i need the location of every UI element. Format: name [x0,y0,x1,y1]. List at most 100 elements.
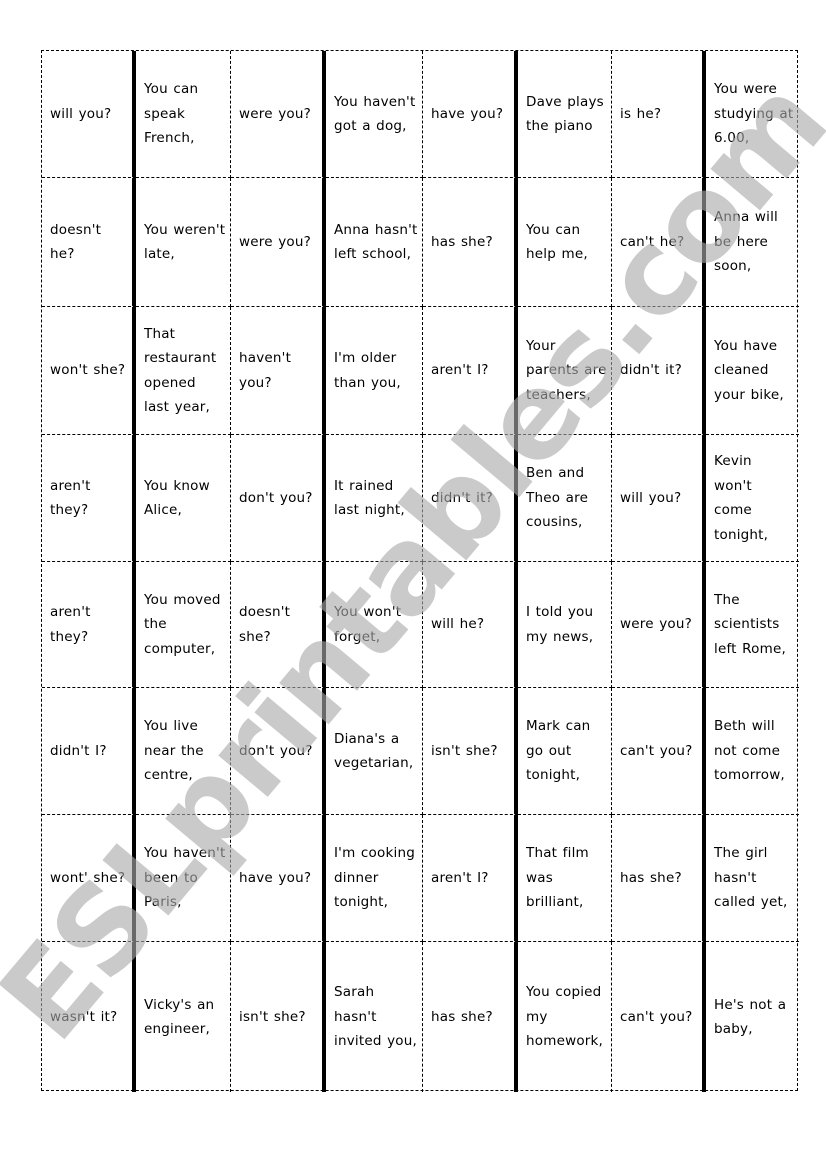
statement-cell: Your parents are teachers, [518,307,612,435]
question-tag-cell: has she? [423,178,518,307]
statement-text: You can help me, [526,221,588,263]
statement-cell: You live near the centre, [136,688,231,815]
statement-cell: I'm older than you, [326,307,423,435]
question-tag-text: can't he? [620,233,685,250]
question-tag-cell: will you? [612,435,706,562]
question-tag-text: were you? [239,105,311,122]
question-tag-cell: haven't you? [231,307,326,435]
question-tag-text: isn't she? [431,742,498,759]
statement-text: You weren't late, [144,221,226,263]
question-tag-text: doesn't he? [50,221,102,263]
question-tag-cell: didn't I? [42,688,136,815]
question-tag-cell: has she? [612,815,706,942]
statement-cell: You have cleaned your bike, [706,307,799,435]
statement-text: You can speak French, [144,81,199,147]
statement-text: I'm older than you, [334,350,401,391]
question-tag-text: didn't it? [431,489,493,506]
statement-text: Beth will not come tomorrow, [714,718,785,784]
statement-text: You were studying at 6.00, [714,81,794,147]
statement-text: Diana's a vegetarian, [334,730,414,772]
statement-text: He's not a baby, [714,996,787,1038]
question-tag-cell: doesn't she? [231,562,326,688]
statement-cell: Anna hasn't left school, [326,178,423,307]
domino-card-grid: will you? You can speak French, were you? Y… [41,50,799,1092]
statement-cell: Dave plays the piano [518,51,612,178]
statement-cell: You copied my homework, [518,942,612,1092]
question-tag-cell: is he? [612,51,706,178]
statement-text: Anna will be here soon, [714,209,779,275]
question-tag-text: have you? [239,869,312,886]
statement-cell: The girl hasn't called yet, [706,815,799,942]
question-tag-text: wasn't it? [50,1008,118,1025]
question-tag-text: has she? [431,233,493,250]
statement-cell: Beth will not come tomorrow, [706,688,799,815]
question-tag-cell: aren't they? [42,435,136,562]
statement-cell: I told you my news, [518,562,612,688]
statement-cell: You weren't late, [136,178,231,307]
question-tag-cell: have you? [231,815,326,942]
question-tag-cell: were you? [231,178,326,307]
statement-text: Mark can go out tonight, [526,718,591,784]
statement-text: The girl hasn't called yet, [714,845,788,911]
statement-cell: He's not a baby, [706,942,799,1092]
statement-text: You live near the centre, [144,718,204,784]
statement-cell: You won't forget, [326,562,423,688]
question-tag-cell: isn't she? [231,942,326,1092]
question-tag-text: isn't she? [239,1008,306,1025]
question-tag-text: aren't I? [431,362,489,379]
question-tag-cell: aren't they? [42,562,136,688]
question-tag-cell: wasn't it? [42,942,136,1092]
statement-text: It rained last night, [334,477,405,519]
statement-text: I told you my news, [526,604,594,645]
question-tag-text: has she? [620,869,682,886]
question-tag-text: didn't it? [620,362,682,379]
question-tag-text: can't you? [620,742,693,759]
question-tag-text: will you? [50,105,112,122]
question-tag-cell: can't you? [612,942,706,1092]
statement-text: Kevin won't come tonight, [714,453,769,543]
question-tag-cell: has she? [423,942,518,1092]
worksheet-page: will you? You can speak French, were you? Y… [0,0,826,1169]
statement-cell: The scientists left Rome, [706,562,799,688]
statement-cell: You moved the computer, [136,562,231,688]
statement-cell: Vicky's an engineer, [136,942,231,1092]
question-tag-text: haven't you? [239,350,292,391]
question-tag-cell: will you? [42,51,136,178]
statement-text: Sarah hasn't invited you, [334,984,418,1050]
question-tag-text: wont' she? [50,869,126,886]
statement-cell: Kevin won't come tonight, [706,435,799,562]
statement-cell: You were studying at 6.00, [706,51,799,178]
question-tag-text: doesn't she? [239,604,291,645]
question-tag-cell: isn't she? [423,688,518,815]
statement-cell: You can help me, [518,178,612,307]
statement-text: You have cleaned your bike, [714,337,784,403]
question-tag-cell: won't she? [42,307,136,435]
statement-text: Your parents are teachers, [526,337,607,403]
statement-cell: I'm cooking dinner tonight, [326,815,423,942]
statement-text: That restaurant opened last year, [144,325,217,416]
question-tag-text: will he? [431,616,485,633]
question-tag-cell: can't you? [612,688,706,815]
question-tag-cell: have you? [423,51,518,178]
question-tag-cell: wont' she? [42,815,136,942]
statement-text: You haven't got a dog, [334,93,416,135]
statement-cell: Mark can go out tonight, [518,688,612,815]
question-tag-text: has she? [431,1008,493,1025]
question-tag-cell: aren't I? [423,307,518,435]
statement-text: You copied my homework, [526,984,604,1050]
question-tag-cell: can't he? [612,178,706,307]
statement-cell: You know Alice, [136,435,231,562]
statement-cell: It rained last night, [326,435,423,562]
question-tag-cell: aren't I? [423,815,518,942]
statement-cell: Anna will be here soon, [706,178,799,307]
question-tag-cell: don't you? [231,435,326,562]
statement-text: You won't forget, [334,604,402,645]
question-tag-text: will you? [620,489,682,506]
question-tag-cell: didn't it? [423,435,518,562]
question-tag-cell: were you? [231,51,326,178]
statement-cell: You can speak French, [136,51,231,178]
question-tag-text: don't you? [239,489,313,506]
statement-cell: You haven't got a dog, [326,51,423,178]
question-tag-text: can't you? [620,1008,693,1025]
question-tag-text: have you? [431,105,504,122]
